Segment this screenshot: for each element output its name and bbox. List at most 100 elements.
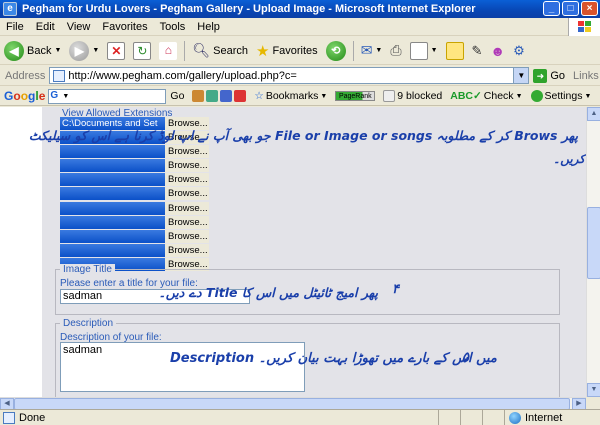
research-button[interactable]: ✎	[468, 39, 487, 63]
blocked-count: 9 blocked	[397, 90, 443, 102]
google-icons-group	[188, 90, 250, 102]
chevron-down-icon[interactable]: ▼	[54, 47, 61, 54]
document-icon	[409, 41, 428, 60]
chevron-down-icon[interactable]: ▼	[62, 93, 69, 100]
bookmarks-button[interactable]: ☆ Bookmarks ▼	[250, 90, 331, 102]
forward-button[interactable]: ▶ ▼	[65, 39, 103, 63]
ie-icon: e	[3, 2, 17, 16]
settings-button[interactable]: Settings ▼	[527, 90, 596, 102]
messenger-button[interactable]: ☻	[486, 39, 509, 63]
go-button[interactable]: ➜ Go	[533, 68, 565, 83]
groups-icon[interactable]	[220, 90, 233, 102]
file-path-field[interactable]	[60, 187, 165, 201]
status-text: Done	[19, 411, 46, 424]
gmail-icon[interactable]	[234, 90, 247, 102]
home-button[interactable]: ⌂	[155, 39, 181, 63]
browse-button[interactable]: Browse...	[165, 187, 209, 201]
description-textarea[interactable]: sadman	[60, 342, 305, 392]
history-icon: ⟲	[325, 40, 346, 61]
file-input-row: Browse...	[60, 215, 209, 230]
file-input-row: Browse...	[60, 159, 209, 173]
note-icon	[445, 41, 464, 60]
google-search-input[interactable]: G ▼	[48, 88, 167, 104]
home-icon: ⌂	[159, 41, 178, 60]
browse-button[interactable]: Browse...	[165, 243, 209, 257]
address-url[interactable]: http://www.pegham.com/gallery/upload.php…	[68, 70, 296, 82]
chevron-down-icon: ▼	[584, 92, 592, 100]
favorites-button[interactable]: ★ Favorites	[252, 39, 322, 63]
back-button[interactable]: ◀ Back ▼	[0, 39, 65, 63]
browse-button[interactable]: Browse...	[165, 201, 209, 215]
file-path-field[interactable]	[60, 243, 165, 257]
google-go-button[interactable]: Go	[166, 90, 188, 102]
star-icon: ★	[255, 42, 270, 60]
menu-view[interactable]: View	[61, 21, 97, 33]
chevron-down-icon[interactable]: ▼	[513, 68, 529, 83]
chevron-down-icon[interactable]: ▼	[375, 47, 382, 54]
history-button[interactable]: ⟲	[322, 39, 350, 63]
discuss-button[interactable]	[442, 39, 468, 63]
browse-button[interactable]: Browse...	[165, 173, 209, 187]
menu-help[interactable]: Help	[191, 21, 226, 33]
spellcheck-button[interactable]: ABC✓ Check ▼	[446, 90, 526, 102]
step-5-annotation: Description میں اس کے بارے میں تھوڑا بہت…	[170, 351, 497, 366]
forward-arrow-icon: ▶	[69, 40, 90, 61]
edit-button[interactable]: ▼	[406, 39, 442, 63]
vertical-scrollbar[interactable]: ▲ ▼	[586, 107, 600, 397]
menu-file[interactable]: File	[0, 21, 30, 33]
star-icon: ☆	[254, 90, 264, 102]
scroll-up-icon[interactable]: ▲	[587, 107, 600, 121]
menu-favorites[interactable]: Favorites	[96, 21, 153, 33]
links-button[interactable]: Links	[573, 70, 599, 82]
stop-icon: ✕	[107, 41, 126, 60]
back-label: Back	[27, 44, 52, 57]
menu-edit[interactable]: Edit	[30, 21, 61, 33]
step-4-annotation: پھر امیج ٹائیٹل میں اس کا Title دے دیں۔	[158, 285, 378, 300]
file-path-field[interactable]	[60, 173, 165, 187]
refresh-button[interactable]: ↻	[129, 39, 155, 63]
pagerank-indicator[interactable]: PageRank	[331, 91, 379, 101]
file-path-field[interactable]	[60, 159, 165, 173]
news-icon[interactable]	[192, 90, 205, 102]
windows-logo-icon	[568, 18, 600, 36]
zone-label: Internet	[525, 411, 563, 424]
browse-button[interactable]: Browse...	[165, 145, 209, 159]
search-button[interactable]: 🔍︎ Search	[188, 39, 252, 63]
address-input[interactable]: http://www.pegham.com/gallery/upload.php…	[49, 67, 530, 84]
bookmarks-label: Bookmarks	[265, 90, 319, 102]
status-cell	[482, 410, 504, 425]
menu-tools[interactable]: Tools	[154, 21, 192, 33]
maximize-button[interactable]: □	[562, 1, 579, 16]
minimize-button[interactable]: _	[543, 1, 560, 16]
file-input-row: Browse...	[60, 243, 209, 258]
horizontal-scrollbar[interactable]: ◀ ▶	[0, 397, 586, 410]
popup-blocker-icon	[383, 90, 396, 102]
settings-icon	[530, 90, 543, 102]
browse-button[interactable]: Browse...	[165, 215, 209, 229]
close-button[interactable]: ×	[581, 1, 598, 16]
scroll-thumb[interactable]	[587, 207, 600, 279]
pagerank-bar: PageRank	[335, 91, 376, 101]
print-button[interactable]: ⎙	[386, 39, 405, 63]
popup-blocker-button[interactable]: 9 blocked	[379, 90, 446, 102]
standard-toolbar: ◀ Back ▼ ▶ ▼ ✕ ↻ ⌂ 🔍︎ Search ★ Favorites…	[0, 37, 600, 65]
status-cell	[438, 410, 460, 425]
mail-button[interactable]: ✉ ▼	[357, 39, 387, 63]
chevron-down-icon[interactable]: ▼	[92, 47, 99, 54]
file-path-field[interactable]	[60, 201, 165, 215]
page-icon	[3, 411, 15, 424]
favorites-label: Favorites	[272, 44, 318, 57]
image-title-legend: Image Title	[60, 264, 115, 275]
tools-button[interactable]: ⚙	[509, 39, 529, 63]
browse-button[interactable]: Browse...	[165, 159, 209, 173]
images-icon[interactable]	[206, 90, 219, 102]
chevron-down-icon[interactable]: ▼	[431, 47, 438, 54]
browse-button[interactable]: Browse...	[165, 229, 209, 243]
file-path-field[interactable]	[60, 145, 165, 159]
tools-icon: ⚙	[513, 42, 525, 58]
file-path-field[interactable]	[60, 229, 165, 243]
scroll-down-icon[interactable]: ▼	[587, 383, 600, 397]
file-path-field[interactable]	[60, 215, 165, 229]
file-input-row: Browse...	[60, 187, 209, 201]
stop-button[interactable]: ✕	[103, 39, 129, 63]
